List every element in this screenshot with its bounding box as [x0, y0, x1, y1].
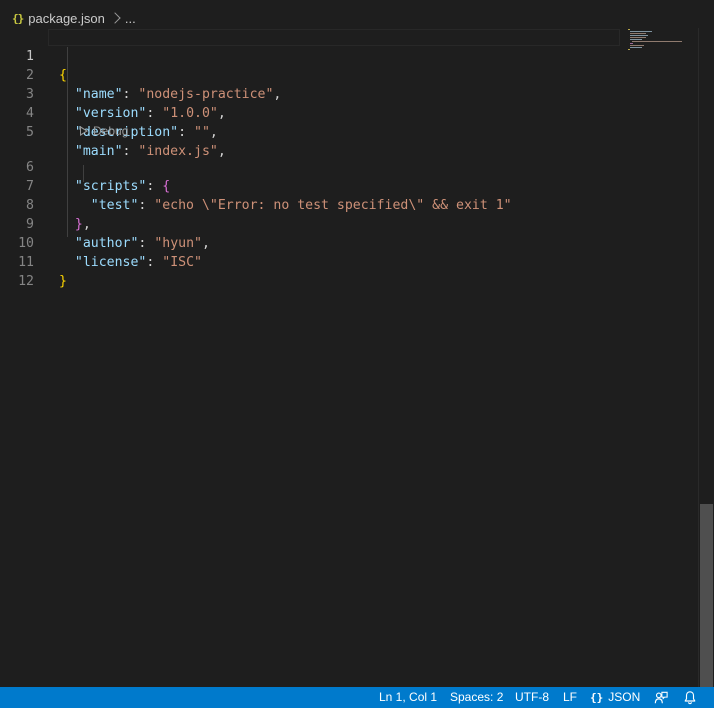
- code-line: 7 "test": "echo \"Error: no test specifi…: [0, 158, 512, 213]
- json-key: "author": [74, 236, 139, 251]
- vscode-editor-window: {} package.json ... 1 { 2 "name": "nodej…: [0, 0, 714, 708]
- colon: :: [122, 144, 139, 159]
- code-line: 5 "main": "index.js",: [0, 104, 226, 159]
- code-line: 2 "name": "nodejs-practice",: [0, 47, 281, 102]
- json-string: "nodejs-practice": [138, 87, 274, 102]
- json-string: "": [194, 125, 210, 140]
- colon: :: [146, 255, 163, 270]
- debug-codelens[interactable]: Debug: [78, 122, 128, 139]
- scrollbar-thumb[interactable]: [700, 504, 713, 687]
- json-key: "version": [74, 106, 147, 121]
- json-file-icon: {}: [12, 11, 24, 25]
- json-string: "echo \"Error: no test specified\" && ex…: [154, 198, 512, 213]
- feedback-icon[interactable]: [654, 691, 668, 705]
- colon: :: [138, 236, 155, 251]
- language-label: JSON: [608, 690, 641, 704]
- json-key: "main": [74, 144, 123, 159]
- code-line: 3 "version": "1.0.0",: [0, 66, 226, 121]
- code-line: 8 },: [0, 177, 91, 232]
- play-icon: [80, 125, 88, 136]
- encoding-selector[interactable]: UTF-8: [515, 687, 549, 708]
- code-line: 9 "author": "hyun",: [0, 196, 210, 251]
- code-line: 12: [0, 253, 48, 289]
- language-mode-selector[interactable]: {} JSON: [590, 687, 640, 708]
- colon: :: [138, 198, 155, 213]
- code-line: 11 }: [0, 234, 67, 289]
- comma: ,: [201, 236, 210, 251]
- bell-icon[interactable]: [683, 690, 697, 705]
- breadcrumb-file[interactable]: package.json: [28, 11, 105, 26]
- vertical-scrollbar[interactable]: [698, 28, 713, 687]
- open-brace: {: [59, 68, 67, 83]
- breadcrumb-more[interactable]: ...: [125, 11, 136, 26]
- minimap-line: [630, 33, 646, 34]
- line-number: 12: [18, 274, 34, 289]
- minimap-line: [630, 39, 642, 40]
- colon: :: [146, 179, 163, 194]
- minimap-line: [628, 29, 630, 30]
- current-line-highlight: [48, 29, 620, 46]
- eol-selector[interactable]: LF: [563, 687, 577, 708]
- json-string: "ISC": [162, 255, 202, 270]
- json-key: "test": [90, 198, 139, 213]
- minimap-line: [632, 41, 682, 42]
- status-bar: Ln 1, Col 1 Spaces: 2 UTF-8 LF {} JSON: [0, 687, 714, 708]
- comma: ,: [217, 144, 226, 159]
- cursor-position[interactable]: Ln 1, Col 1: [379, 687, 437, 708]
- indentation-selector[interactable]: Spaces: 2: [450, 687, 503, 708]
- minimap-line: [630, 43, 633, 44]
- close-brace: }: [59, 274, 67, 289]
- json-string: "1.0.0": [162, 106, 218, 121]
- minimap-line: [630, 31, 652, 32]
- colon: :: [122, 87, 139, 102]
- minimap-line: [630, 45, 644, 46]
- breadcrumb: {} package.json ...: [0, 7, 714, 29]
- json-key: "name": [74, 87, 123, 102]
- code-editor[interactable]: 1 { 2 "name": "nodejs-practice", 3 "vers…: [0, 28, 698, 687]
- chevron-right-icon: [109, 12, 121, 24]
- minimap-line: [630, 47, 642, 48]
- minimap-line: [630, 35, 648, 36]
- code-line: 1 {: [0, 28, 67, 83]
- comma: ,: [209, 125, 218, 140]
- comma: ,: [217, 106, 226, 121]
- comma: ,: [273, 87, 282, 102]
- json-key: "license": [74, 255, 147, 270]
- minimap[interactable]: [626, 28, 686, 52]
- minimap-line: [630, 37, 646, 38]
- colon: :: [178, 125, 194, 140]
- open-brace: {: [162, 179, 171, 194]
- close-brace: }: [74, 217, 83, 232]
- json-language-icon: {}: [590, 691, 604, 704]
- json-string: "index.js": [138, 144, 218, 159]
- comma: ,: [82, 217, 91, 232]
- colon: :: [146, 106, 163, 121]
- code-line: 6 "scripts": {: [0, 139, 170, 194]
- code-line: 4 "description": "",: [0, 85, 218, 140]
- code-line: 10 "license": "ISC": [0, 215, 202, 270]
- json-string: "hyun": [154, 236, 202, 251]
- codelens-label: Debug: [93, 123, 129, 138]
- json-key: "scripts": [74, 179, 147, 194]
- minimap-line: [628, 49, 630, 50]
